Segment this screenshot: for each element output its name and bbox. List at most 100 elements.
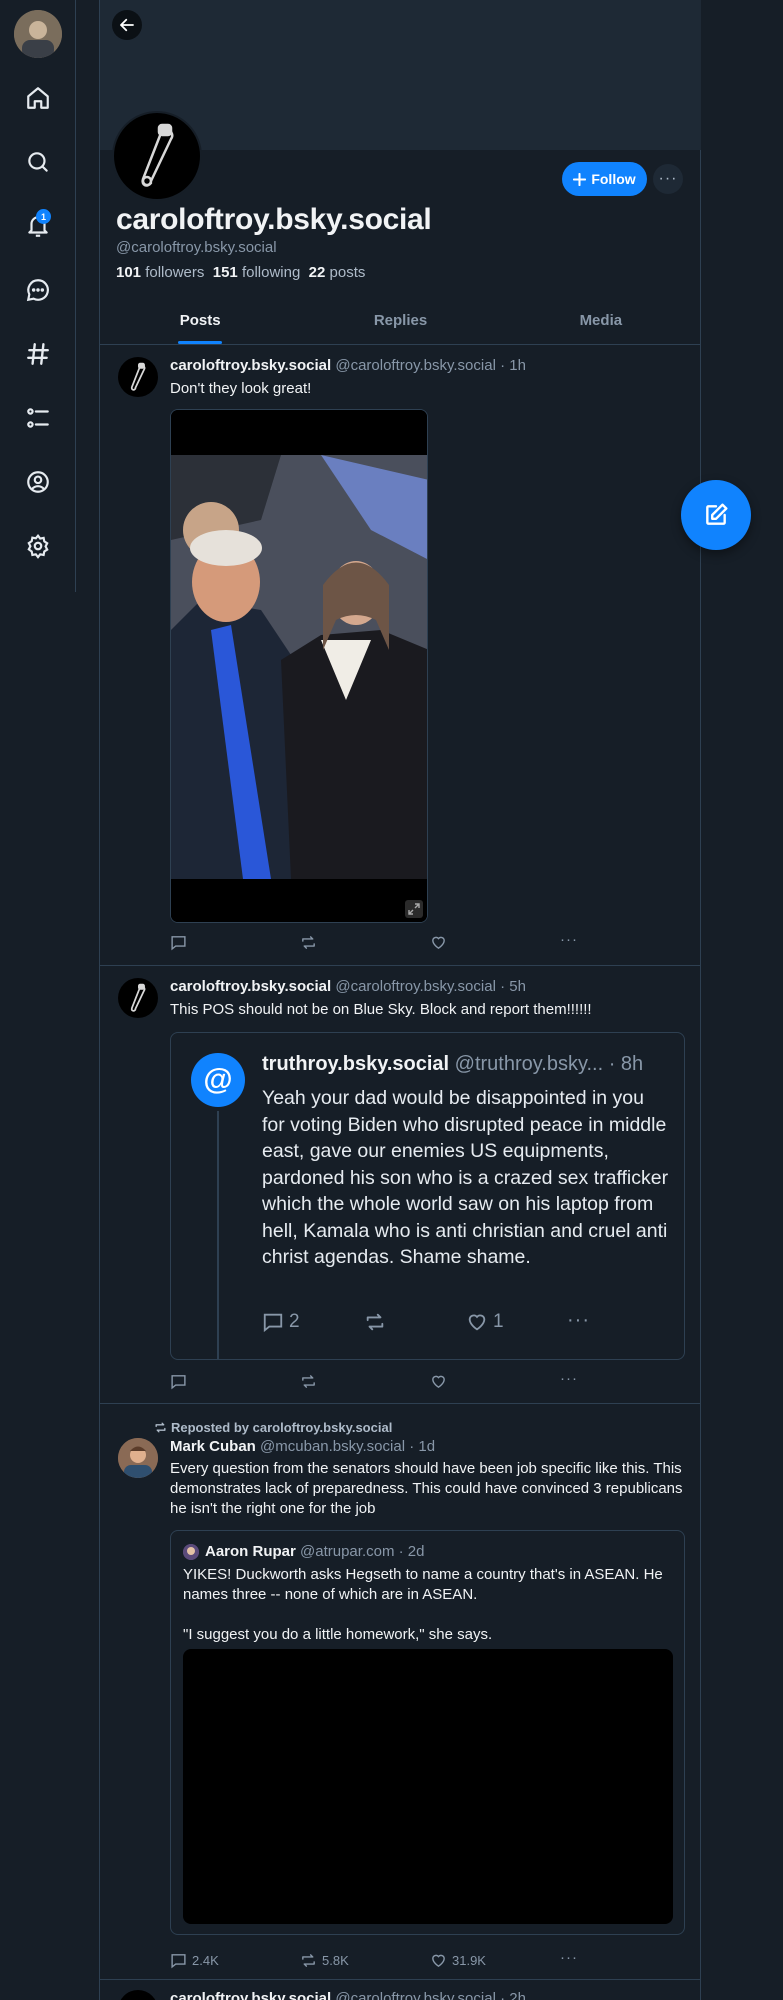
profile-display-name: caroloftroy.bsky.social xyxy=(116,203,432,236)
post-author-name[interactable]: caroloftroy.bsky.social xyxy=(170,978,331,995)
post-image[interactable] xyxy=(170,409,428,923)
post-more-button[interactable]: ··· xyxy=(560,1370,578,1387)
quoted-more-button[interactable]: ··· xyxy=(567,1309,590,1332)
safety-pin-icon xyxy=(130,362,146,391)
notification-badge: 1 xyxy=(36,209,51,224)
post-meta: caroloftroy.bsky.social @caroloftroy.bsk… xyxy=(170,1990,526,2000)
heart-icon xyxy=(432,1375,445,1389)
quoted-like-count: 1 xyxy=(493,1311,504,1332)
quoted-like-button[interactable]: 1 xyxy=(466,1311,504,1333)
quoted-author-avatar[interactable] xyxy=(183,1544,199,1560)
post-author-avatar[interactable] xyxy=(118,1990,158,2000)
post-author-name[interactable]: caroloftroy.bsky.social xyxy=(170,357,331,374)
quoted-repost-button[interactable] xyxy=(364,1311,386,1333)
followers-label[interactable]: followers xyxy=(145,264,204,281)
post-time[interactable]: · 2h xyxy=(500,1990,526,2000)
quoted-time[interactable]: · 8h xyxy=(609,1053,643,1075)
quoted-author-name[interactable]: truthroy.bsky.social xyxy=(262,1053,449,1075)
compose-button[interactable] xyxy=(681,480,751,550)
heart-icon xyxy=(432,1954,445,1968)
reply-count: 2.4K xyxy=(192,1953,219,1968)
feed-post[interactable]: caroloftroy.bsky.social @caroloftroy.bsk… xyxy=(100,1980,701,2000)
quoted-post[interactable]: @ truthroy.bsky.social @truthroy.bsky...… xyxy=(170,1032,685,1360)
feed-post[interactable]: Reposted by caroloftroy.bsky.social Mark… xyxy=(100,1404,701,1980)
post-author-name[interactable]: caroloftroy.bsky.social xyxy=(170,1990,331,2000)
post-more-button[interactable]: ··· xyxy=(560,1949,578,1966)
reply-button[interactable]: 2.4K xyxy=(170,1952,219,1969)
post-author-handle[interactable]: @caroloftroy.bsky.social xyxy=(335,357,496,374)
tab-posts[interactable]: Posts xyxy=(100,300,300,344)
bell-icon[interactable]: 1 xyxy=(18,206,58,246)
repost-icon xyxy=(302,1375,315,1388)
quoted-actions: 2 1 ··· xyxy=(262,1309,672,1335)
ellipsis-icon: ··· xyxy=(560,931,578,948)
like-button[interactable]: 31.9K xyxy=(430,1952,486,1969)
like-button[interactable] xyxy=(430,934,447,951)
quoted-video[interactable] xyxy=(183,1649,673,1924)
current-user-avatar[interactable] xyxy=(14,10,62,58)
repost-icon xyxy=(302,1954,315,1967)
at-sign-icon[interactable]: @ xyxy=(191,1053,245,1107)
quoted-author-handle[interactable]: @truthroy.bsky... xyxy=(455,1053,604,1075)
safety-pin-icon xyxy=(130,983,146,1012)
thread-line xyxy=(217,1111,219,1359)
post-author-avatar[interactable] xyxy=(118,978,158,1018)
post-more-button[interactable]: ··· xyxy=(560,931,578,948)
post-text: This POS should not be on Blue Sky. Bloc… xyxy=(170,1001,592,1018)
comment-icon xyxy=(171,1954,186,1969)
repost-button[interactable] xyxy=(300,934,317,951)
search-icon[interactable] xyxy=(18,142,58,182)
following-count: 151 xyxy=(212,264,238,281)
repost-icon xyxy=(155,1422,166,1433)
quoted-author-name[interactable]: Aaron Rupar xyxy=(205,1543,296,1560)
like-button[interactable] xyxy=(430,1373,447,1390)
post-time[interactable]: · 1d xyxy=(409,1438,435,1455)
quoted-author-handle[interactable]: @atrupar.com xyxy=(300,1543,394,1560)
profile-avatar[interactable] xyxy=(112,111,202,201)
post-text: Every question from the senators should … xyxy=(170,1460,683,1517)
quoted-meta: Aaron Rupar @atrupar.com · 2d xyxy=(205,1543,424,1560)
repost-label: Reposted by caroloftroy.bsky.social xyxy=(171,1420,393,1435)
comment-icon xyxy=(171,936,186,951)
comment-icon xyxy=(263,1313,283,1333)
following-label[interactable]: following xyxy=(242,264,300,281)
post-author-handle[interactable]: @caroloftroy.bsky.social xyxy=(335,978,496,995)
quoted-post[interactable]: Aaron Rupar @atrupar.com · 2d YIKES! Duc… xyxy=(170,1530,685,1935)
post-author-handle[interactable]: @mcuban.bsky.social xyxy=(260,1438,405,1455)
repost-button[interactable] xyxy=(300,1373,317,1390)
post-author-avatar[interactable] xyxy=(118,357,158,397)
like-count: 31.9K xyxy=(452,1953,486,1968)
expand-icon[interactable] xyxy=(405,900,423,918)
hashtag-icon[interactable] xyxy=(18,334,58,374)
tab-replies[interactable]: Replies xyxy=(300,300,500,344)
post-actions: ··· xyxy=(170,931,690,954)
ellipsis-icon: ··· xyxy=(560,1370,578,1387)
follow-button[interactable]: Follow xyxy=(562,162,647,196)
reply-button[interactable] xyxy=(170,934,187,951)
tab-media[interactable]: Media xyxy=(501,300,701,344)
back-button[interactable] xyxy=(112,10,142,40)
profile-more-button[interactable]: ··· xyxy=(653,164,683,194)
post-meta: Mark Cuban @mcuban.bsky.social · 1d xyxy=(170,1438,435,1455)
profile-icon[interactable] xyxy=(18,462,58,502)
compose-icon xyxy=(706,503,728,525)
post-author-avatar[interactable] xyxy=(118,1438,158,1478)
post-time[interactable]: · 5h xyxy=(500,978,526,995)
home-icon[interactable] xyxy=(18,78,58,118)
repost-count: 5.8K xyxy=(322,1953,349,1968)
post-author-handle[interactable]: @caroloftroy.bsky.social xyxy=(335,1990,496,2000)
chat-icon[interactable] xyxy=(18,270,58,310)
posts-label: posts xyxy=(329,264,366,281)
list-icon[interactable] xyxy=(18,398,58,438)
quoted-reply-button[interactable]: 2 xyxy=(262,1311,300,1333)
feed-post[interactable]: caroloftroy.bsky.social @caroloftroy.bsk… xyxy=(100,966,701,1404)
reply-button[interactable] xyxy=(170,1373,187,1390)
arrow-left-icon xyxy=(120,18,134,32)
quoted-time[interactable]: · 2d xyxy=(399,1543,425,1560)
settings-icon[interactable] xyxy=(18,526,58,566)
ellipsis-icon: ··· xyxy=(560,1949,578,1966)
repost-button[interactable]: 5.8K xyxy=(300,1952,349,1969)
repost-indicator[interactable]: Reposted by caroloftroy.bsky.social xyxy=(154,1420,392,1435)
post-time[interactable]: · 1h xyxy=(500,357,526,374)
post-author-name[interactable]: Mark Cuban xyxy=(170,1438,256,1455)
